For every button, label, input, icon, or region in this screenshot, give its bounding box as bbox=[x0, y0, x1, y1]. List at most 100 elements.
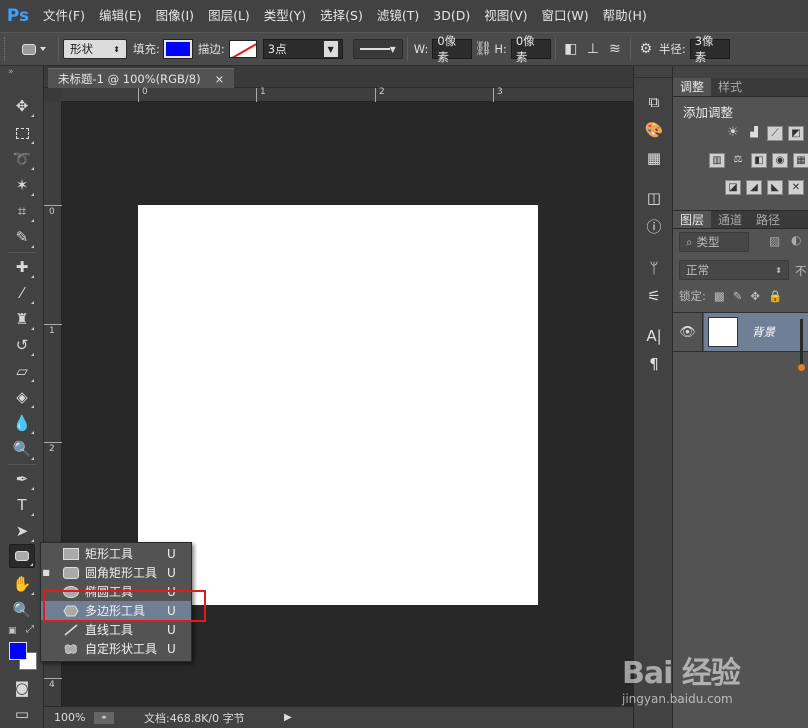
brightness-icon[interactable]: ☀ bbox=[725, 126, 741, 141]
color-balance-icon[interactable]: ⚖ bbox=[730, 153, 746, 168]
lock-transparent-icon[interactable]: ▩ bbox=[714, 289, 725, 303]
screen-mode-icon[interactable]: ▭ bbox=[9, 702, 35, 726]
selective-color-icon[interactable]: ✕ bbox=[788, 180, 804, 195]
close-icon[interactable]: × bbox=[215, 69, 225, 88]
brush-presets-panel-icon[interactable]: ᛘ bbox=[642, 256, 666, 280]
vibrance-icon[interactable]: ▥ bbox=[709, 153, 725, 168]
width-field[interactable]: 0像素 bbox=[432, 34, 473, 64]
history-brush-tool-icon[interactable]: ↺ bbox=[9, 333, 35, 357]
magic-wand-tool-icon[interactable]: ✶ bbox=[9, 173, 35, 197]
quick-mask-icon[interactable]: ◙ bbox=[9, 676, 35, 700]
menu-window[interactable]: 窗口(W) bbox=[535, 0, 596, 32]
menu-view[interactable]: 视图(V) bbox=[477, 0, 534, 32]
lock-position-icon[interactable]: ✥ bbox=[750, 289, 760, 303]
swap-colors-icon[interactable]: ⤢ bbox=[26, 624, 34, 635]
gear-icon[interactable]: ⚙ bbox=[635, 38, 657, 60]
layer-item[interactable]: 背景 bbox=[704, 313, 808, 351]
paint-bucket-tool-icon[interactable]: ◈ bbox=[9, 385, 35, 409]
brush-panel-icon[interactable]: ⚟ bbox=[642, 284, 666, 308]
ruler-origin[interactable] bbox=[44, 88, 62, 102]
levels-icon[interactable]: ▟ bbox=[746, 126, 762, 141]
foreground-color-swatch[interactable] bbox=[9, 642, 27, 660]
menu-file[interactable]: 文件(F) bbox=[36, 0, 92, 32]
curves-icon[interactable]: ⟋ bbox=[767, 126, 783, 141]
radius-field[interactable]: 3像素 bbox=[689, 34, 730, 64]
info-panel-icon[interactable]: ⓘ bbox=[642, 214, 666, 238]
path-selection-tool-icon[interactable]: ➤ bbox=[9, 519, 35, 543]
menu-select[interactable]: 选择(S) bbox=[313, 0, 370, 32]
status-icon[interactable]: ⚭ bbox=[94, 711, 114, 724]
gradient-map-icon[interactable]: ◣ bbox=[767, 180, 783, 195]
zoom-tool-icon[interactable]: 🔍 bbox=[9, 598, 35, 622]
eraser-tool-icon[interactable]: ▱ bbox=[9, 359, 35, 383]
3d-panel-icon[interactable]: ◫ bbox=[642, 186, 666, 210]
menu-filter[interactable]: 滤镜(T) bbox=[370, 0, 426, 32]
document-tab[interactable]: 未标题-1 @ 100%(RGB/8) × bbox=[48, 68, 235, 88]
height-field[interactable]: 0像素 bbox=[510, 34, 551, 64]
menu-help[interactable]: 帮助(H) bbox=[596, 0, 654, 32]
pen-tool-icon[interactable]: ✒ bbox=[9, 467, 35, 491]
tab-styles[interactable]: 样式 bbox=[711, 78, 749, 96]
menu-3d[interactable]: 3D(D) bbox=[426, 0, 477, 32]
scrollbar[interactable] bbox=[800, 319, 803, 369]
eyedropper-tool-icon[interactable]: ✎ bbox=[9, 225, 35, 249]
channel-mixer-icon[interactable]: ▦ bbox=[793, 153, 808, 168]
black-white-icon[interactable]: ◧ bbox=[751, 153, 767, 168]
lasso-tool-icon[interactable]: ➰ bbox=[9, 147, 35, 171]
photo-filter-icon[interactable]: ◉ bbox=[772, 153, 788, 168]
history-panel-icon[interactable]: ⧉ bbox=[642, 90, 666, 114]
image-filter-icon[interactable]: ▨ bbox=[769, 234, 780, 248]
flyout-item-rectangle[interactable]: 矩形工具 U bbox=[41, 544, 191, 563]
collapse-arrows-icon[interactable]: » bbox=[0, 66, 43, 78]
flyout-item-line[interactable]: 直线工具 U bbox=[41, 620, 191, 639]
hand-tool-icon[interactable]: ✋ bbox=[9, 572, 35, 596]
eye-icon[interactable]: 👁 bbox=[673, 313, 703, 351]
crop-tool-icon[interactable]: ⌗ bbox=[9, 199, 35, 223]
lock-image-icon[interactable]: ✎ bbox=[733, 289, 743, 303]
zoom-level[interactable]: 100% bbox=[54, 711, 94, 724]
exposure-icon[interactable]: ◩ bbox=[788, 126, 804, 141]
menu-layer[interactable]: 图层(L) bbox=[201, 0, 257, 32]
collapse-arrows-icon[interactable] bbox=[634, 66, 672, 78]
stroke-width-field[interactable]: 3点 ▼ bbox=[262, 39, 343, 59]
character-panel-icon[interactable]: A| bbox=[642, 324, 666, 348]
link-icon[interactable]: ⛓ bbox=[472, 38, 494, 60]
chevron-down-icon[interactable]: ▼ bbox=[323, 41, 338, 57]
move-tool-icon[interactable]: ✥ bbox=[9, 94, 35, 118]
tab-channels[interactable]: 通道 bbox=[711, 211, 749, 228]
tab-adjustments[interactable]: 调整 bbox=[673, 78, 712, 96]
adjustment-filter-icon[interactable]: ◐ bbox=[791, 233, 801, 247]
play-arrow-icon[interactable]: ▶ bbox=[284, 712, 292, 723]
flyout-item-rounded-rectangle[interactable]: ■ 圆角矩形工具 U bbox=[41, 563, 191, 582]
menu-edit[interactable]: 编辑(E) bbox=[92, 0, 149, 32]
default-colors-icon[interactable]: ▣ bbox=[8, 626, 17, 636]
color-panel-icon[interactable]: 🎨 bbox=[642, 118, 666, 142]
fill-color-swatch[interactable] bbox=[162, 39, 193, 59]
blend-mode-select[interactable]: 正常 ⬍ bbox=[679, 260, 789, 280]
lock-all-icon[interactable]: 🔒 bbox=[768, 289, 782, 303]
healing-brush-tool-icon[interactable]: ✚ bbox=[9, 255, 35, 279]
type-tool-icon[interactable]: T bbox=[9, 493, 35, 517]
tab-paths[interactable]: 路径 bbox=[749, 211, 787, 228]
layer-row[interactable]: 👁 背景 bbox=[673, 312, 808, 352]
invert-icon[interactable]: ◪ bbox=[725, 180, 741, 195]
paragraph-panel-icon[interactable]: ¶ bbox=[642, 352, 666, 376]
document-canvas[interactable] bbox=[138, 205, 538, 605]
scroll-handle[interactable] bbox=[798, 364, 805, 371]
marquee-tool-icon[interactable] bbox=[9, 121, 35, 145]
tool-preset-picker[interactable] bbox=[14, 37, 54, 61]
path-arrangement-icon[interactable]: ≋ bbox=[604, 38, 626, 60]
clone-stamp-tool-icon[interactable]: ♜ bbox=[9, 307, 35, 331]
flyout-item-custom-shape[interactable]: 自定形状工具 U bbox=[41, 639, 191, 658]
layer-filter-select[interactable]: ⌕ 类型 bbox=[679, 232, 749, 252]
rounded-rectangle-tool-icon[interactable] bbox=[9, 544, 35, 568]
menu-type[interactable]: 类型(Y) bbox=[257, 0, 313, 32]
blur-tool-icon[interactable]: 💧 bbox=[9, 411, 35, 435]
menu-image[interactable]: 图像(I) bbox=[149, 0, 201, 32]
shape-mode-select[interactable]: 形状 ⬍ bbox=[63, 39, 127, 59]
swatches-panel-icon[interactable]: ▦ bbox=[642, 146, 666, 170]
horizontal-ruler[interactable]: 0 1 2 3 bbox=[62, 87, 633, 102]
tab-layers[interactable]: 图层 bbox=[673, 211, 712, 228]
stroke-type-select[interactable]: ▼ bbox=[352, 39, 403, 59]
path-operations-icon[interactable]: ◧ bbox=[560, 38, 582, 60]
